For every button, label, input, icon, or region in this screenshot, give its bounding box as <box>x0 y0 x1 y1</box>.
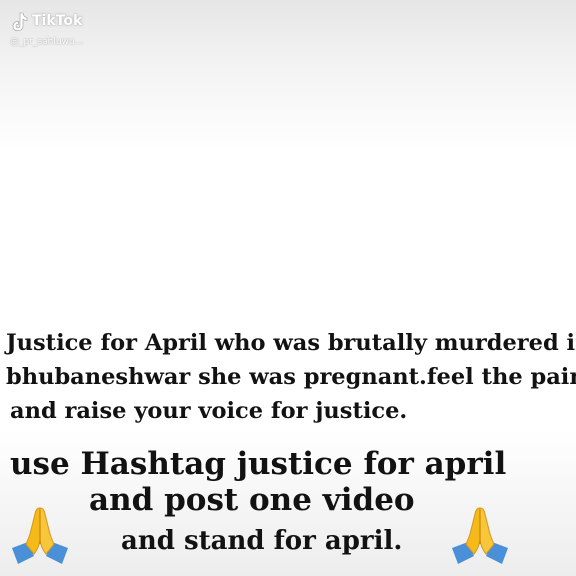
cta-line: use Hashtag justice for april <box>10 446 507 482</box>
tiktok-username: @_pr_sahluwu... <box>10 37 84 47</box>
folded-hands-icon <box>12 507 68 564</box>
folded-hands-icon <box>452 507 508 564</box>
tiktok-brand-label: TikTok <box>32 13 83 29</box>
tiktok-logo-icon <box>12 12 28 32</box>
cta-line: and post one video <box>89 482 415 518</box>
caption-line: and raise your voice for justice. <box>10 398 408 424</box>
caption-line: bhubaneshwar she was pregnant.feel the p… <box>6 364 576 390</box>
tiktok-watermark: TikTok @_pr_sahluwu... <box>10 10 120 50</box>
cta-line: and stand for april. <box>121 526 403 556</box>
caption-line: Justice for April who was brutally murde… <box>6 330 576 356</box>
